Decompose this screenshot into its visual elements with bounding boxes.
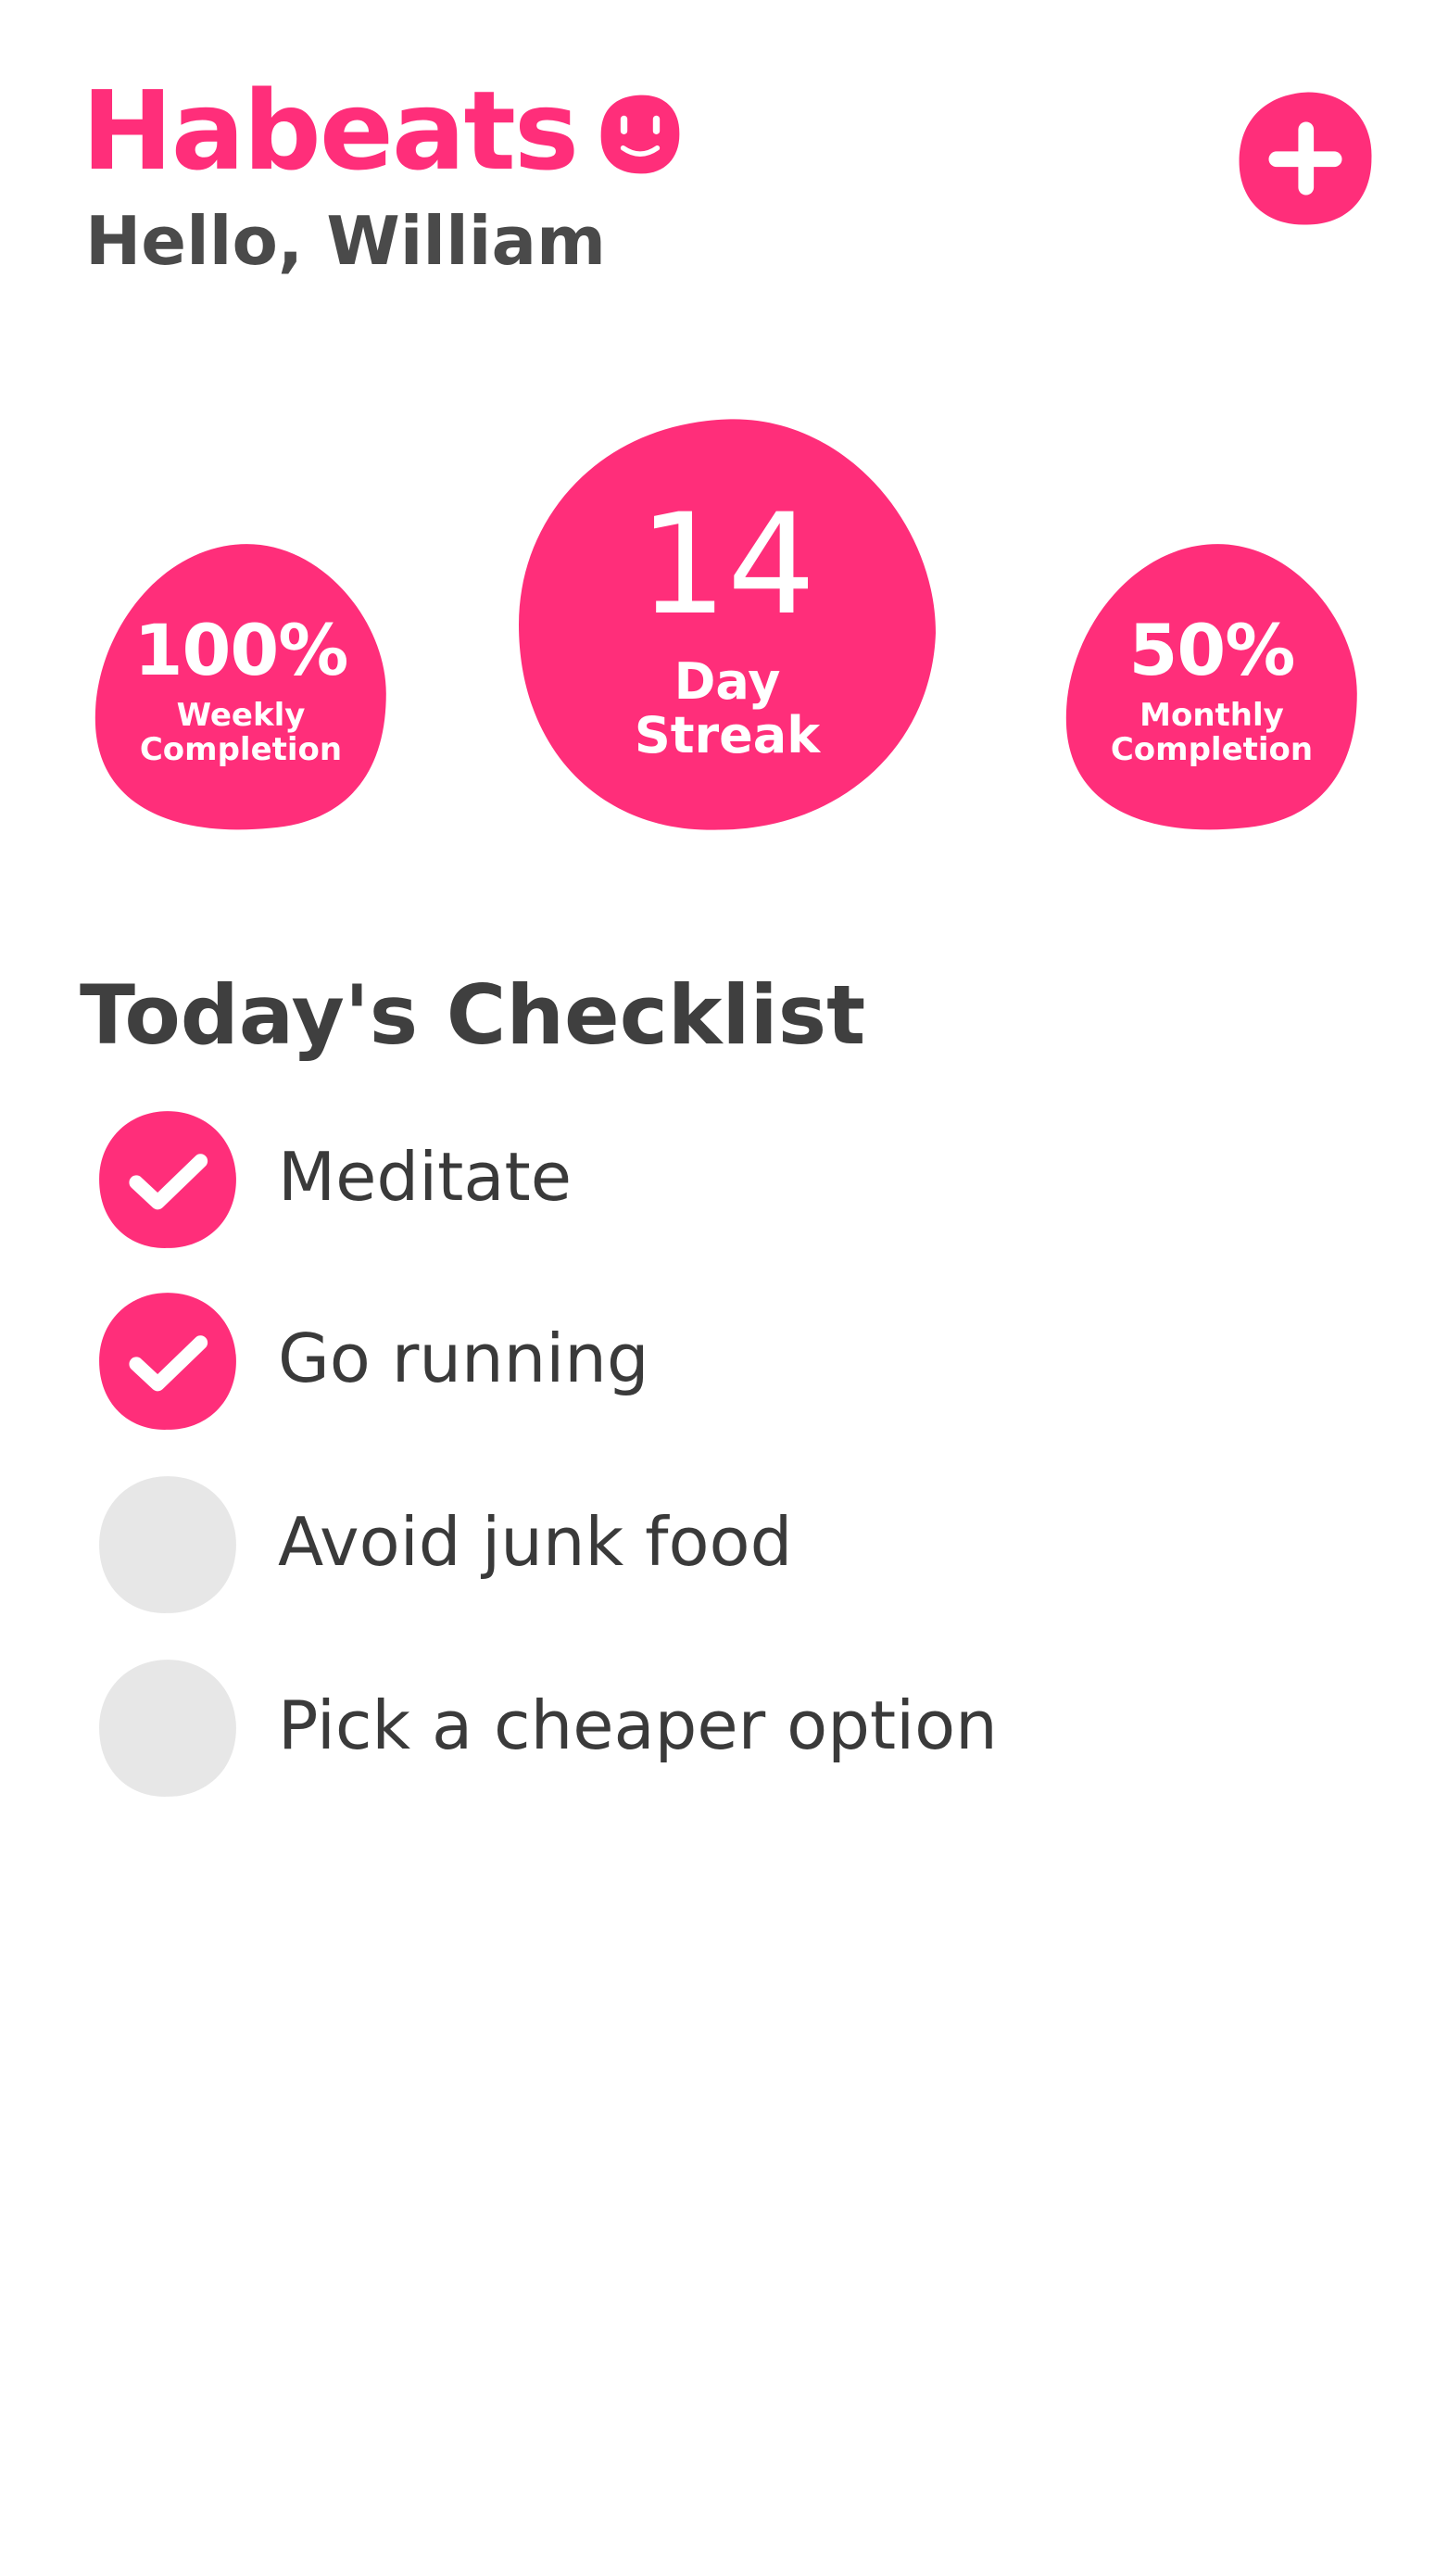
- streak-stat-text: 14 Day Streak: [519, 415, 936, 834]
- checkmark-icon: [99, 1111, 236, 1248]
- greeting-text: Hello, William: [85, 202, 607, 280]
- streak-label: Day Streak: [634, 651, 821, 764]
- checkmark-icon: [99, 1293, 236, 1430]
- streak-value: 14: [638, 484, 816, 646]
- monthly-stat-text: 50% Monthly Completion: [1064, 541, 1360, 834]
- weekly-completion-stat: 100% Weekly Completion: [93, 541, 389, 834]
- weekly-label-line2: Completion: [139, 731, 343, 768]
- add-habit-button[interactable]: [1235, 88, 1376, 229]
- checklist-item-label: Meditate: [278, 1138, 573, 1216]
- checkbox-checked[interactable]: [96, 1290, 239, 1433]
- streak-label-line2: Streak: [634, 706, 821, 764]
- checklist-item-pick-cheaper-option[interactable]: Pick a cheaper option: [96, 1657, 1301, 1799]
- monthly-label-line1: Monthly: [1140, 696, 1284, 734]
- checklist-item-avoid-junk-food[interactable]: Avoid junk food: [96, 1473, 1301, 1616]
- streak-label-line1: Day: [674, 651, 781, 711]
- checkbox-unchecked[interactable]: [96, 1657, 239, 1799]
- checklist-item-go-running[interactable]: Go running: [96, 1290, 1301, 1433]
- smile-icon: [600, 95, 680, 174]
- brand: Habeats: [82, 76, 683, 185]
- weekly-label-line1: Weekly: [176, 696, 306, 734]
- app-title: Habeats: [82, 67, 579, 195]
- monthly-value: 50%: [1128, 608, 1296, 691]
- monthly-label-line2: Completion: [1110, 731, 1314, 768]
- checklist-item-label: Pick a cheaper option: [278, 1686, 998, 1764]
- checkbox-unchecked[interactable]: [96, 1473, 239, 1616]
- checklist-item-meditate[interactable]: Meditate: [96, 1108, 1301, 1251]
- monthly-label: Monthly Completion: [1110, 696, 1314, 768]
- app-header: Habeats Hello, William: [82, 76, 1379, 298]
- empty-checkbox-icon: [99, 1476, 236, 1613]
- checklist-title: Today's Checklist: [80, 967, 866, 1063]
- weekly-label: Weekly Completion: [139, 696, 343, 768]
- empty-checkbox-icon: [99, 1660, 236, 1797]
- checklist-item-label: Go running: [278, 1320, 649, 1397]
- weekly-value: 100%: [133, 608, 349, 691]
- weekly-stat-text: 100% Weekly Completion: [93, 541, 389, 834]
- monthly-completion-stat: 50% Monthly Completion: [1064, 541, 1360, 834]
- day-streak-stat: 14 Day Streak: [519, 415, 936, 834]
- checklist-item-label: Avoid junk food: [278, 1503, 793, 1581]
- plus-icon: [1239, 92, 1372, 225]
- checkbox-checked[interactable]: [96, 1108, 239, 1251]
